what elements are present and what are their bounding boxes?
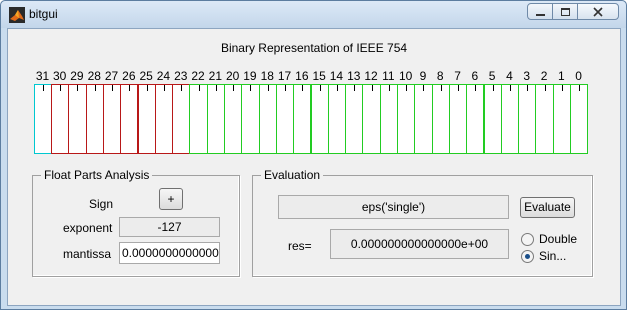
bit-box-6[interactable] (466, 84, 485, 154)
exponent-value: -127 (119, 217, 220, 237)
app-window: bitgui Binary Representation of IEEE 754… (0, 0, 627, 310)
bit-tick (285, 85, 287, 91)
bit-box-30[interactable] (51, 84, 70, 154)
matlab-logo-icon (9, 7, 25, 23)
exponent-label: exponent (63, 221, 113, 235)
bit-box-7[interactable] (448, 84, 468, 154)
bit-box-19[interactable] (241, 84, 260, 154)
radio-double-button[interactable] (521, 232, 534, 246)
bit-box-1[interactable] (552, 84, 571, 154)
bit-box-3[interactable] (518, 84, 537, 154)
mantissa-field[interactable]: 0.0000000000000 (119, 242, 220, 264)
close-icon (593, 6, 603, 17)
bit-box-28[interactable] (85, 84, 104, 154)
close-button[interactable] (577, 3, 619, 20)
figure-area: Binary Representation of IEEE 754 31 30 29… (7, 28, 621, 306)
bit-tick (371, 85, 373, 91)
sign-toggle-button[interactable]: + (159, 188, 183, 210)
bit-tick (527, 85, 529, 91)
bit-box-20[interactable] (224, 84, 243, 154)
bit-box-25[interactable] (137, 84, 156, 154)
bit-tick (267, 85, 269, 91)
bit-box-16[interactable] (293, 84, 312, 154)
bit-box-15[interactable] (310, 84, 329, 154)
bit-tick (233, 85, 235, 91)
bit-box-21[interactable] (206, 84, 225, 154)
bit-tick (544, 85, 546, 91)
bit-tick (492, 85, 494, 91)
bit-tick (458, 85, 460, 91)
bit-tick (163, 85, 165, 91)
bit-tick (319, 85, 321, 91)
radio-single[interactable]: Sin... (521, 249, 566, 263)
bit-box-0[interactable] (570, 84, 589, 154)
bit-box-22[interactable] (189, 84, 208, 154)
bit-tick (146, 85, 148, 91)
bit-box-10[interactable] (397, 84, 416, 154)
bit-tick (181, 85, 183, 91)
bit-tick (423, 85, 425, 91)
radio-single-label: Sin... (539, 249, 567, 263)
float-parts-panel: Float Parts Analysis Sign + exponent -12… (32, 168, 240, 277)
bit-box-26[interactable] (120, 84, 139, 154)
bit-tick (198, 85, 200, 91)
bit-box-14[interactable] (327, 84, 347, 154)
bit-tick (336, 85, 338, 91)
bit-tick (250, 85, 252, 91)
mantissa-label: mantissa (63, 247, 112, 261)
bit-box-24[interactable] (154, 84, 174, 154)
float-parts-title: Float Parts Analysis (41, 168, 153, 182)
bit-tick (129, 85, 131, 91)
radio-double[interactable]: Double (521, 232, 577, 246)
bit-box-13[interactable] (345, 84, 364, 154)
minimize-icon (535, 13, 545, 16)
radio-single-button[interactable] (521, 249, 534, 263)
bit-box-18[interactable] (258, 84, 277, 154)
bit-box-23[interactable] (172, 84, 191, 154)
evaluate-button[interactable]: Evaluate (520, 197, 575, 218)
sign-label: Sign (89, 197, 114, 211)
evaluation-title: Evaluation (261, 168, 324, 182)
maximize-icon (560, 7, 570, 16)
bit-tick (388, 85, 390, 91)
bit-box-2[interactable] (535, 84, 554, 154)
bit-box-31[interactable] (34, 84, 52, 154)
bit-box-12[interactable] (362, 84, 381, 154)
bit-tick (302, 85, 304, 91)
bit-tick (354, 85, 356, 91)
bit-tick (60, 85, 62, 91)
evaluation-panel: Evaluation eps('single') Evaluate res= 0… (252, 168, 593, 277)
bit-tick (579, 85, 581, 91)
window-title: bitgui (29, 7, 58, 21)
bit-box-5[interactable] (483, 84, 502, 154)
expression-display: eps('single') (278, 195, 509, 219)
bit-box-27[interactable] (102, 84, 122, 154)
bit-tick (43, 85, 44, 91)
maximize-button[interactable] (552, 3, 578, 20)
bit-tick (77, 85, 79, 91)
bit-box-8[interactable] (431, 84, 450, 154)
radio-double-label: Double (539, 232, 578, 246)
bit-tick (94, 85, 96, 91)
bit-tick (561, 85, 563, 91)
bit-box-29[interactable] (68, 84, 87, 154)
title-bar[interactable]: bitgui (1, 1, 626, 28)
res-label: res= (288, 239, 312, 253)
bit-tick (440, 85, 442, 91)
bit-box-11[interactable] (379, 84, 398, 154)
bit-box-17[interactable] (275, 84, 295, 154)
page-title: Binary Representation of IEEE 754 (220, 41, 408, 55)
bit-tick (406, 85, 408, 91)
bit-label-0: 0 (575, 69, 582, 83)
bit-tick (112, 85, 114, 91)
bit-tick (509, 85, 511, 91)
bit-box-4[interactable] (500, 84, 520, 154)
bit-tick (475, 85, 477, 91)
bit-tick (215, 85, 217, 91)
minimize-button[interactable] (527, 3, 553, 20)
bit-box-9[interactable] (414, 84, 433, 154)
res-value: 0.000000000000000e+00 (330, 229, 509, 259)
